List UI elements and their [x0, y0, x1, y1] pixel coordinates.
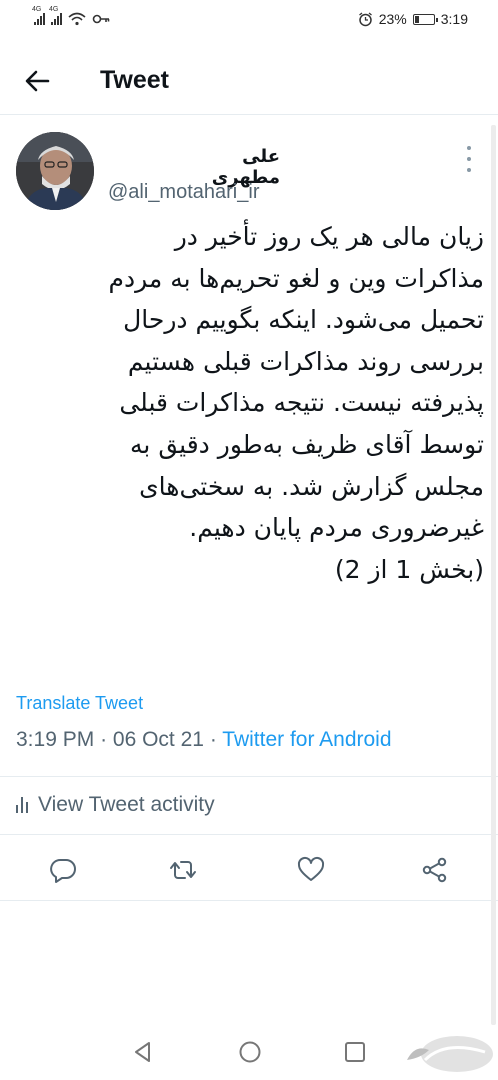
retweet-icon	[170, 861, 196, 879]
tweet-line: مذاکرات وین و لغو تحریم‌ها به مردم	[108, 263, 485, 293]
view-tweet-activity-button[interactable]: View Tweet activity	[16, 790, 215, 820]
tweet-time: 3:19 PM	[16, 728, 95, 751]
watermark-logo	[407, 1036, 493, 1072]
author-handle[interactable]: @ali_motahari_ir	[108, 181, 259, 204]
back-button[interactable]	[22, 66, 52, 96]
divider	[0, 776, 498, 777]
divider	[0, 834, 498, 835]
alarm-icon	[358, 11, 372, 26]
meta-separator: ·	[209, 728, 217, 751]
signal-icon: 4G	[32, 6, 45, 25]
avatar-image	[16, 132, 94, 210]
battery-percent: 23%	[378, 11, 407, 27]
nav-home-button[interactable]	[237, 1039, 263, 1065]
key-icon	[92, 14, 110, 24]
tweet-line: (بخش 1 از 2)	[334, 554, 484, 584]
view-tweet-activity-label: View Tweet activity	[38, 793, 215, 816]
signal-icon: 4G	[49, 6, 62, 25]
tweet-line: زیان مالی هر یک روز تأخیر در	[174, 222, 484, 251]
recents-square-icon	[345, 1042, 365, 1062]
meta-separator: ·	[100, 728, 108, 751]
like-icon	[297, 856, 325, 881]
more-options-icon[interactable]	[464, 146, 474, 172]
share-button[interactable]	[420, 855, 450, 885]
status-bar: 4G 4G 23% 3:19	[0, 0, 498, 40]
nav-recents-button[interactable]	[342, 1039, 368, 1065]
status-icons-left: 4G 4G	[32, 6, 110, 26]
tweet-line: توسط آقای ظریف به‌طور دقیق به	[130, 429, 484, 459]
scrollbar[interactable]	[491, 125, 496, 1025]
tweet-source-link[interactable]: Twitter for Android	[222, 728, 391, 751]
tweet-actions-bar	[0, 845, 498, 893]
battery-icon	[412, 13, 438, 25]
avatar[interactable]	[16, 132, 94, 210]
like-button[interactable]	[296, 855, 326, 885]
status-time: 3:19	[440, 11, 468, 27]
tweet-line: پذیرفته نیست. نتیجه مذاکرات قبلی	[119, 388, 484, 418]
reply-button[interactable]	[48, 855, 78, 885]
reply-icon	[50, 859, 76, 883]
back-triangle-icon	[135, 1042, 150, 1062]
tweet-line: مجلس گزارش شد. به سختی‌های	[139, 471, 484, 501]
arrow-left-icon	[25, 70, 50, 92]
wifi-icon	[68, 12, 86, 26]
page-title: Tweet	[100, 66, 169, 94]
translate-tweet-link[interactable]: Translate Tweet	[16, 693, 143, 714]
tweet-line: غیرضروری مردم پایان دهیم.	[189, 513, 484, 543]
home-circle-icon	[239, 1041, 261, 1063]
top-app-bar: Tweet	[0, 48, 498, 115]
tweet-line: بررسی روند مذاکرات قبلی هستیم	[127, 346, 484, 376]
divider	[0, 900, 498, 901]
activity-chart-icon	[16, 797, 28, 813]
tweet-date: 06 Oct 21	[112, 728, 204, 751]
tweet-text: زیان مالی هر یک روز تأخیر در مذاکرات وین…	[12, 216, 485, 590]
tweet-line: تحمیل می‌شود. اینکه بگوییم درحال	[123, 305, 484, 335]
tweet-metadata: 3:19 PM · 06 Oct 21 · Twitter for Androi…	[16, 728, 392, 752]
header-divider	[0, 114, 498, 115]
share-icon	[422, 857, 447, 883]
nav-back-button[interactable]	[130, 1039, 156, 1065]
retweet-button[interactable]	[168, 855, 198, 885]
status-icons-right: 23% 3:19	[358, 11, 468, 27]
